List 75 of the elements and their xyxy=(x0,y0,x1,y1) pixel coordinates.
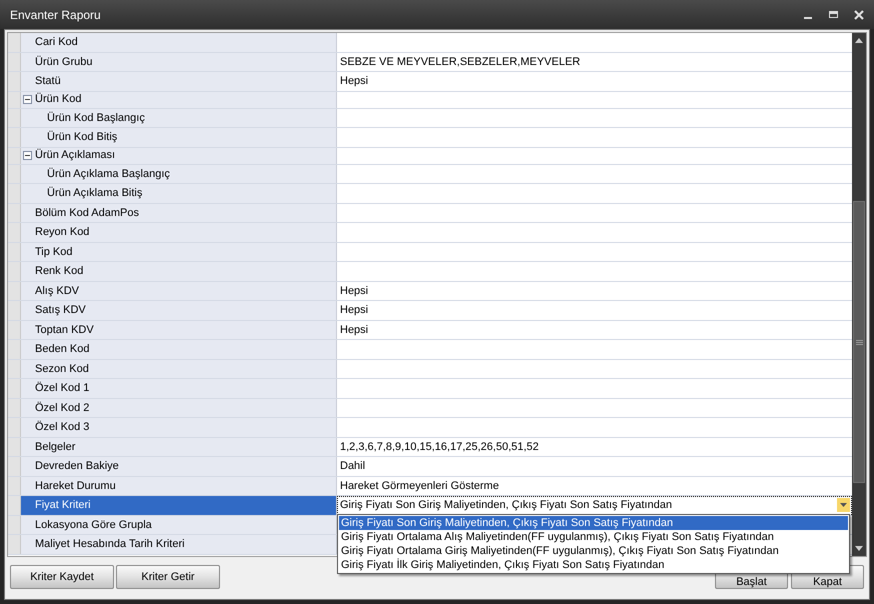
property-value[interactable]: Hepsi xyxy=(337,302,368,318)
row-header[interactable] xyxy=(8,418,21,436)
property-label[interactable]: Cari Kod xyxy=(21,33,337,52)
row-header[interactable] xyxy=(8,262,21,280)
window-title: Envanter Raporu xyxy=(9,6,102,24)
property-label[interactable]: Ürün Kod xyxy=(21,92,337,108)
row-header[interactable] xyxy=(8,535,21,554)
row-header[interactable] xyxy=(8,108,21,127)
row-header[interactable] xyxy=(8,282,21,300)
property-label[interactable]: Renk Kod xyxy=(21,262,337,280)
row-header[interactable] xyxy=(8,223,21,242)
row-header[interactable] xyxy=(8,33,21,52)
row-header[interactable] xyxy=(8,164,21,183)
row-header[interactable] xyxy=(8,438,21,456)
scroll-up-icon[interactable] xyxy=(855,38,863,43)
minimize-icon[interactable] xyxy=(804,16,812,18)
row-header[interactable] xyxy=(8,476,21,495)
property-label[interactable]: Reyon Kod xyxy=(21,223,337,242)
row-header[interactable] xyxy=(8,320,21,339)
property-label[interactable]: Özel Kod 1 xyxy=(21,379,337,398)
property-label[interactable]: Bölüm Kod AdamPos xyxy=(21,204,337,222)
close-icon[interactable] xyxy=(854,10,864,20)
property-label[interactable]: Ürün Açıklama Bitiş xyxy=(21,184,337,202)
row-header[interactable] xyxy=(8,242,21,261)
row-header[interactable] xyxy=(8,457,21,476)
property-label[interactable]: Satış KDV xyxy=(21,301,337,320)
property-label[interactable]: Beden Kod xyxy=(21,340,337,358)
dropdown-option[interactable]: Giriş Fiyatı Ortalama Alış Maliyetinden(FF uygulanmış), Çıkış Fiyatı Son Satış Fiyatından xyxy=(339,530,848,544)
row-header[interactable] xyxy=(8,340,21,358)
property-label[interactable]: Özel Kod 2 xyxy=(21,398,337,417)
property-value[interactable]: SEBZE VE MEYVELER,SEBZELER,MEYVELER xyxy=(337,54,580,70)
scrollbar-thumb[interactable] xyxy=(853,201,865,483)
property-label[interactable]: Ürün Kod Bitiş xyxy=(21,128,337,146)
row-header[interactable] xyxy=(8,496,21,514)
property-label[interactable]: Özel Kod 3 xyxy=(21,418,337,436)
row-header[interactable] xyxy=(8,128,21,146)
property-label[interactable]: Tip Kod xyxy=(21,242,337,261)
property-label[interactable]: Devreden Bakiye xyxy=(21,457,337,476)
property-label[interactable]: Ürün Grubu xyxy=(21,52,337,71)
row-header[interactable] xyxy=(8,204,21,222)
property-label[interactable]: Ürün Açıklama Başlangıç xyxy=(21,164,337,183)
property-value[interactable]: Hepsi xyxy=(337,322,368,338)
property-value[interactable]: Hareket Görmeyenleri Gösterme xyxy=(337,478,499,494)
property-label[interactable]: Belgeler xyxy=(21,438,337,456)
property-value[interactable]: 1,2,3,6,7,8,9,10,15,16,17,25,26,50,51,52 xyxy=(337,438,539,455)
property-label[interactable]: Toptan KDV xyxy=(21,320,337,339)
property-label[interactable]: Fiyat Kriteri xyxy=(21,496,337,514)
property-label[interactable]: Sezon Kod xyxy=(21,360,337,378)
property-label[interactable]: Alış KDV xyxy=(21,282,337,300)
property-label[interactable]: Hareket Durumu xyxy=(21,476,337,495)
row-header[interactable] xyxy=(8,184,21,202)
row-header[interactable] xyxy=(8,301,21,320)
dropdown-option[interactable]: Giriş Fiyatı Ortalama Giriş Maliyetinden(FF uygulanmış), Çıkış Fiyatı Son Satış Fiyatından xyxy=(339,544,848,558)
property-label[interactable]: Ürün Kod Başlangıç xyxy=(21,108,337,127)
action-button[interactable]: Kriter Kaydet xyxy=(10,565,114,589)
property-value[interactable]: Dahil xyxy=(337,458,366,474)
collapse-icon[interactable] xyxy=(23,95,32,104)
property-value[interactable]: Hepsi xyxy=(337,282,368,299)
row-header[interactable] xyxy=(8,398,21,417)
row-header[interactable] xyxy=(8,379,21,398)
row-header[interactable] xyxy=(8,360,21,378)
property-label[interactable]: Ürün Açıklaması xyxy=(21,148,337,164)
scroll-down-icon[interactable] xyxy=(855,546,863,551)
row-header[interactable] xyxy=(8,72,21,90)
dropdown-option[interactable]: Giriş Fiyatı Son Giriş Maliyetinden, Çıkış Fiyatı Son Satış Fiyatından xyxy=(339,516,848,530)
row-header[interactable] xyxy=(8,516,21,534)
scrollbar[interactable] xyxy=(852,33,866,556)
property-label[interactable]: Lokasyona Göre Grupla xyxy=(21,516,337,534)
row-header[interactable] xyxy=(8,52,21,71)
property-label[interactable]: Maliyet Hesabında Tarih Kriteri xyxy=(21,535,337,554)
action-button[interactable]: Kriter Getir xyxy=(116,565,220,589)
collapse-icon[interactable] xyxy=(23,151,32,160)
property-value[interactable]: Hepsi xyxy=(337,73,368,90)
maximize-icon[interactable] xyxy=(829,11,838,18)
property-label[interactable]: Statü xyxy=(21,72,337,90)
